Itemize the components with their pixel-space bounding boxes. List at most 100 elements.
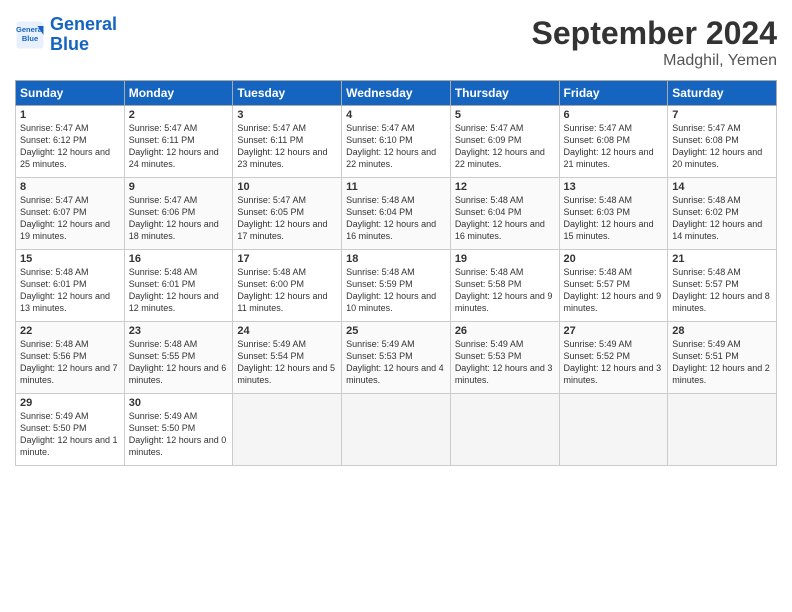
calendar-table: Sunday Monday Tuesday Wednesday Thursday… — [15, 80, 777, 466]
day-info: Sunrise: 5:47 AM Sunset: 6:11 PM Dayligh… — [129, 122, 229, 171]
calendar-cell: 27Sunrise: 5:49 AM Sunset: 5:52 PM Dayli… — [559, 322, 668, 394]
location: Madghil, Yemen — [532, 52, 777, 70]
calendar-cell: 16Sunrise: 5:48 AM Sunset: 6:01 PM Dayli… — [124, 250, 233, 322]
calendar-cell: 15Sunrise: 5:48 AM Sunset: 6:01 PM Dayli… — [16, 250, 125, 322]
day-info: Sunrise: 5:47 AM Sunset: 6:10 PM Dayligh… — [346, 122, 446, 171]
day-info: Sunrise: 5:48 AM Sunset: 6:01 PM Dayligh… — [20, 266, 120, 315]
day-number: 23 — [129, 325, 229, 337]
title-block: September 2024 Madghil, Yemen — [532, 15, 777, 70]
calendar-cell: 13Sunrise: 5:48 AM Sunset: 6:03 PM Dayli… — [559, 178, 668, 250]
day-number: 3 — [237, 109, 337, 121]
calendar-cell: 11Sunrise: 5:48 AM Sunset: 6:04 PM Dayli… — [342, 178, 451, 250]
calendar-cell: 12Sunrise: 5:48 AM Sunset: 6:04 PM Dayli… — [450, 178, 559, 250]
day-info: Sunrise: 5:47 AM Sunset: 6:05 PM Dayligh… — [237, 194, 337, 243]
day-info: Sunrise: 5:48 AM Sunset: 5:57 PM Dayligh… — [672, 266, 772, 315]
calendar-cell: 18Sunrise: 5:48 AM Sunset: 5:59 PM Dayli… — [342, 250, 451, 322]
calendar-cell: 23Sunrise: 5:48 AM Sunset: 5:55 PM Dayli… — [124, 322, 233, 394]
calendar-cell: 14Sunrise: 5:48 AM Sunset: 6:02 PM Dayli… — [668, 178, 777, 250]
header: General Blue General Blue September 2024… — [15, 15, 777, 70]
col-thursday: Thursday — [450, 81, 559, 106]
calendar-cell: 25Sunrise: 5:49 AM Sunset: 5:53 PM Dayli… — [342, 322, 451, 394]
day-info: Sunrise: 5:47 AM Sunset: 6:08 PM Dayligh… — [564, 122, 664, 171]
calendar-cell: 20Sunrise: 5:48 AM Sunset: 5:57 PM Dayli… — [559, 250, 668, 322]
day-number: 15 — [20, 253, 120, 265]
calendar-cell — [668, 394, 777, 466]
calendar-cell: 28Sunrise: 5:49 AM Sunset: 5:51 PM Dayli… — [668, 322, 777, 394]
calendar-cell: 1Sunrise: 5:47 AM Sunset: 6:12 PM Daylig… — [16, 106, 125, 178]
day-info: Sunrise: 5:48 AM Sunset: 6:04 PM Dayligh… — [455, 194, 555, 243]
day-info: Sunrise: 5:49 AM Sunset: 5:54 PM Dayligh… — [237, 338, 337, 387]
day-info: Sunrise: 5:49 AM Sunset: 5:53 PM Dayligh… — [455, 338, 555, 387]
col-sunday: Sunday — [16, 81, 125, 106]
calendar-cell: 6Sunrise: 5:47 AM Sunset: 6:08 PM Daylig… — [559, 106, 668, 178]
col-saturday: Saturday — [668, 81, 777, 106]
day-number: 9 — [129, 181, 229, 193]
col-tuesday: Tuesday — [233, 81, 342, 106]
col-friday: Friday — [559, 81, 668, 106]
calendar-cell — [450, 394, 559, 466]
calendar-cell — [342, 394, 451, 466]
day-info: Sunrise: 5:48 AM Sunset: 5:56 PM Dayligh… — [20, 338, 120, 387]
day-number: 6 — [564, 109, 664, 121]
col-monday: Monday — [124, 81, 233, 106]
svg-text:Blue: Blue — [22, 34, 38, 43]
calendar-cell: 21Sunrise: 5:48 AM Sunset: 5:57 PM Dayli… — [668, 250, 777, 322]
logo-text: General Blue — [50, 15, 117, 55]
day-info: Sunrise: 5:49 AM Sunset: 5:51 PM Dayligh… — [672, 338, 772, 387]
calendar-cell — [559, 394, 668, 466]
day-number: 2 — [129, 109, 229, 121]
header-row: Sunday Monday Tuesday Wednesday Thursday… — [16, 81, 777, 106]
day-info: Sunrise: 5:48 AM Sunset: 5:58 PM Dayligh… — [455, 266, 555, 315]
day-info: Sunrise: 5:47 AM Sunset: 6:12 PM Dayligh… — [20, 122, 120, 171]
day-number: 8 — [20, 181, 120, 193]
day-info: Sunrise: 5:47 AM Sunset: 6:09 PM Dayligh… — [455, 122, 555, 171]
day-info: Sunrise: 5:47 AM Sunset: 6:06 PM Dayligh… — [129, 194, 229, 243]
day-number: 14 — [672, 181, 772, 193]
day-info: Sunrise: 5:48 AM Sunset: 5:57 PM Dayligh… — [564, 266, 664, 315]
day-number: 29 — [20, 397, 120, 409]
day-info: Sunrise: 5:49 AM Sunset: 5:50 PM Dayligh… — [129, 410, 229, 459]
calendar-cell: 17Sunrise: 5:48 AM Sunset: 6:00 PM Dayli… — [233, 250, 342, 322]
day-number: 27 — [564, 325, 664, 337]
day-info: Sunrise: 5:49 AM Sunset: 5:50 PM Dayligh… — [20, 410, 120, 459]
calendar-cell: 10Sunrise: 5:47 AM Sunset: 6:05 PM Dayli… — [233, 178, 342, 250]
calendar-cell: 30Sunrise: 5:49 AM Sunset: 5:50 PM Dayli… — [124, 394, 233, 466]
calendar-cell: 7Sunrise: 5:47 AM Sunset: 6:08 PM Daylig… — [668, 106, 777, 178]
day-number: 12 — [455, 181, 555, 193]
calendar-cell: 2Sunrise: 5:47 AM Sunset: 6:11 PM Daylig… — [124, 106, 233, 178]
page: General Blue General Blue September 2024… — [0, 0, 792, 612]
day-number: 17 — [237, 253, 337, 265]
day-info: Sunrise: 5:48 AM Sunset: 5:59 PM Dayligh… — [346, 266, 446, 315]
logo-general: General — [50, 14, 117, 34]
day-info: Sunrise: 5:48 AM Sunset: 6:02 PM Dayligh… — [672, 194, 772, 243]
calendar-week-5: 29Sunrise: 5:49 AM Sunset: 5:50 PM Dayli… — [16, 394, 777, 466]
day-number: 21 — [672, 253, 772, 265]
day-number: 11 — [346, 181, 446, 193]
day-number: 10 — [237, 181, 337, 193]
day-info: Sunrise: 5:47 AM Sunset: 6:11 PM Dayligh… — [237, 122, 337, 171]
calendar-cell: 9Sunrise: 5:47 AM Sunset: 6:06 PM Daylig… — [124, 178, 233, 250]
day-info: Sunrise: 5:48 AM Sunset: 6:00 PM Dayligh… — [237, 266, 337, 315]
day-info: Sunrise: 5:47 AM Sunset: 6:08 PM Dayligh… — [672, 122, 772, 171]
day-number: 19 — [455, 253, 555, 265]
calendar-cell — [233, 394, 342, 466]
calendar-week-3: 15Sunrise: 5:48 AM Sunset: 6:01 PM Dayli… — [16, 250, 777, 322]
day-info: Sunrise: 5:48 AM Sunset: 6:03 PM Dayligh… — [564, 194, 664, 243]
day-number: 18 — [346, 253, 446, 265]
calendar-week-2: 8Sunrise: 5:47 AM Sunset: 6:07 PM Daylig… — [16, 178, 777, 250]
col-wednesday: Wednesday — [342, 81, 451, 106]
calendar-cell: 4Sunrise: 5:47 AM Sunset: 6:10 PM Daylig… — [342, 106, 451, 178]
day-number: 4 — [346, 109, 446, 121]
day-number: 5 — [455, 109, 555, 121]
day-info: Sunrise: 5:49 AM Sunset: 5:52 PM Dayligh… — [564, 338, 664, 387]
day-number: 24 — [237, 325, 337, 337]
month-title: September 2024 — [532, 15, 777, 52]
day-number: 30 — [129, 397, 229, 409]
day-number: 25 — [346, 325, 446, 337]
calendar-cell: 3Sunrise: 5:47 AM Sunset: 6:11 PM Daylig… — [233, 106, 342, 178]
day-info: Sunrise: 5:49 AM Sunset: 5:53 PM Dayligh… — [346, 338, 446, 387]
day-number: 28 — [672, 325, 772, 337]
day-info: Sunrise: 5:48 AM Sunset: 6:04 PM Dayligh… — [346, 194, 446, 243]
day-number: 16 — [129, 253, 229, 265]
day-info: Sunrise: 5:48 AM Sunset: 5:55 PM Dayligh… — [129, 338, 229, 387]
